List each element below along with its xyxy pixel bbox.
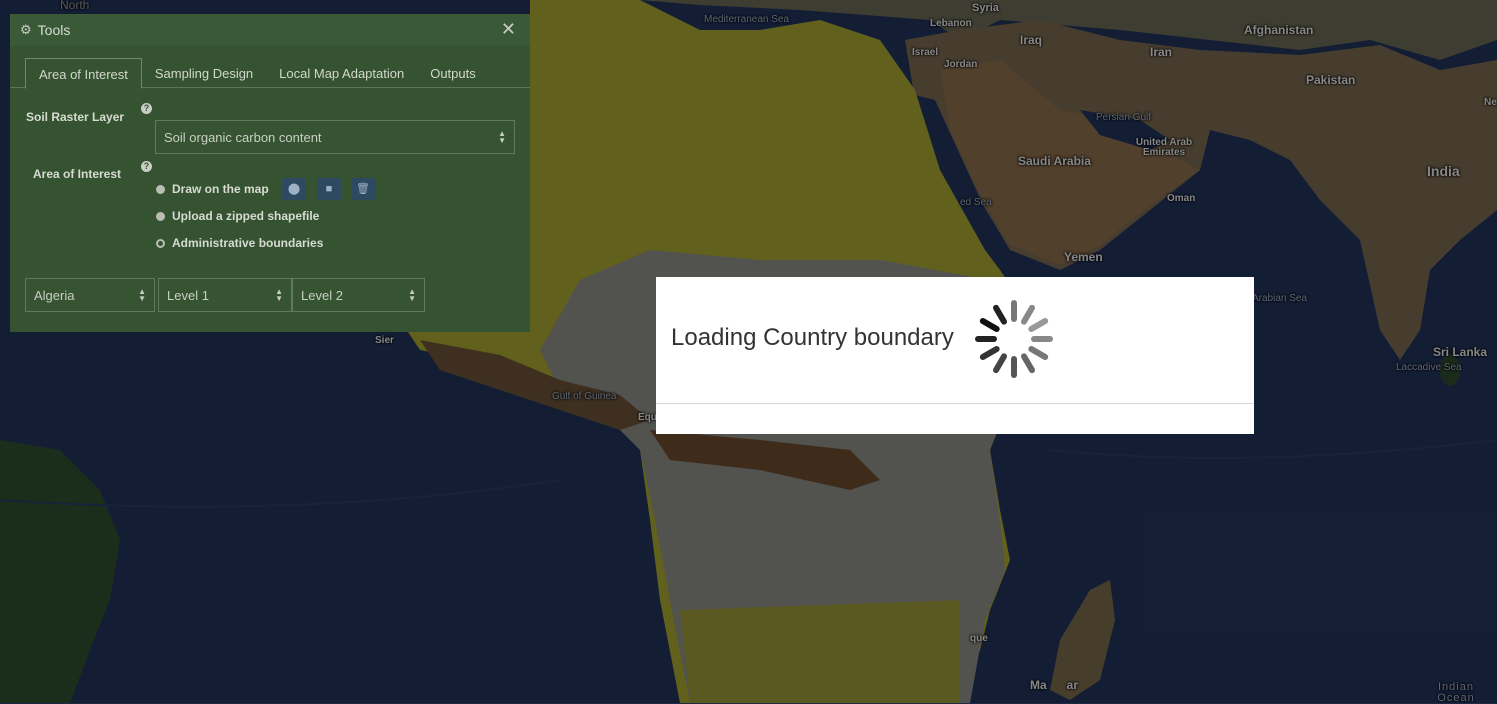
tab-local-map-adaptation[interactable]: Local Map Adaptation xyxy=(266,58,417,88)
select-arrows-icon: ▲ ▼ xyxy=(498,129,506,145)
radio-button-selected[interactable] xyxy=(156,238,165,248)
help-icon[interactable]: ? xyxy=(141,161,152,172)
tools-title: Tools xyxy=(37,22,71,38)
gear-icon: ⚙ xyxy=(20,22,32,37)
aoi-label: Area of Interest xyxy=(33,167,122,181)
select-arrows-icon: ▲ ▼ xyxy=(275,287,283,303)
country-select[interactable]: Algeria ▲ ▼ xyxy=(25,278,155,312)
select-arrows-icon: ▲ ▼ xyxy=(408,287,416,303)
tools-panel: ⚙ Tools ✕ Area of Interest Sampling Desi… xyxy=(10,14,530,332)
tools-header: ⚙ Tools ✕ xyxy=(10,14,530,46)
loading-message: Loading Country boundary xyxy=(671,324,954,351)
radio-admin-label: Administrative boundaries xyxy=(172,236,324,250)
rectangle-icon[interactable]: ■ xyxy=(317,178,341,200)
tab-sampling-design[interactable]: Sampling Design xyxy=(142,58,266,88)
close-icon[interactable]: ✕ xyxy=(501,19,516,40)
modal-divider xyxy=(656,403,1254,404)
loading-spinner-icon xyxy=(975,300,1053,378)
select-arrows-icon: ▲ ▼ xyxy=(138,287,146,303)
radio-upload-shapefile[interactable]: Upload a zipped shapefile xyxy=(156,209,319,223)
help-icon[interactable]: ? xyxy=(141,103,152,114)
radio-administrative-boundaries[interactable]: Administrative boundaries xyxy=(156,236,323,250)
soil-raster-select[interactable]: Soil organic carbon content ▲ ▼ xyxy=(155,120,515,154)
tools-tabs: Area of Interest Sampling Design Local M… xyxy=(10,58,530,89)
radio-draw-label: Draw on the map xyxy=(172,182,269,196)
radio-upload-label: Upload a zipped shapefile xyxy=(172,209,320,223)
radio-button[interactable] xyxy=(156,211,165,221)
country-value: Algeria xyxy=(34,287,75,303)
map-marker-icon[interactable]: ⬤ xyxy=(282,178,306,200)
radio-button[interactable] xyxy=(156,184,165,194)
level2-value: Level 2 xyxy=(301,287,343,303)
soil-raster-value: Soil organic carbon content xyxy=(164,129,322,145)
soil-raster-label: Soil Raster Layer xyxy=(26,110,125,124)
level1-select[interactable]: Level 1 ▲ ▼ xyxy=(158,278,292,312)
radio-draw-on-map[interactable]: Draw on the map xyxy=(156,182,269,196)
tab-area-of-interest[interactable]: Area of Interest xyxy=(25,58,142,89)
trash-icon[interactable]: 🗑 xyxy=(351,178,375,200)
level1-value: Level 1 xyxy=(167,287,209,303)
loading-modal: Loading Country boundary xyxy=(656,277,1254,434)
tab-outputs[interactable]: Outputs xyxy=(417,58,489,88)
level2-select[interactable]: Level 2 ▲ ▼ xyxy=(292,278,425,312)
